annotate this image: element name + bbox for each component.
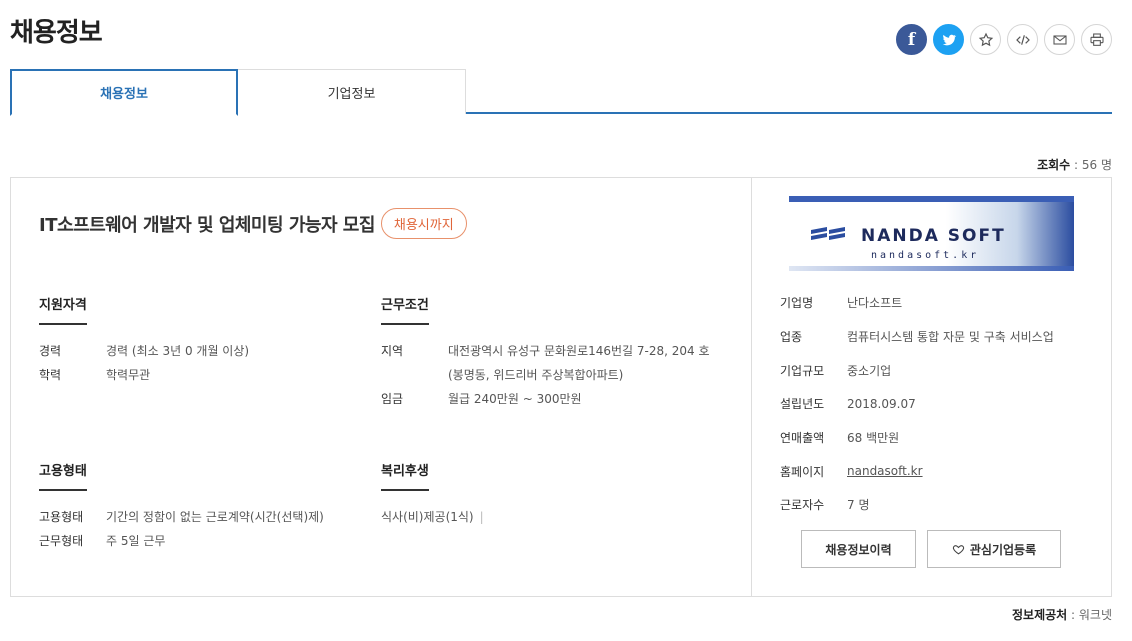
row-key: 고용형태	[39, 510, 84, 524]
print-button[interactable]	[1081, 24, 1112, 55]
heart-icon	[952, 544, 965, 554]
row-value: 경력 (최소 3년 0 개월 이상)	[106, 344, 250, 358]
welfare-section: 복리후생 식사(비)제공(1식) |	[381, 460, 681, 529]
qualification-row: 학력 학력무관	[39, 363, 359, 387]
company-info-row: 기업명 난다소프트	[780, 286, 1054, 320]
welfare-item: 식사(비)제공(1식)	[381, 510, 474, 524]
row-key: 지역	[381, 344, 404, 358]
star-icon	[978, 32, 993, 46]
info-value: 68 백만원	[847, 431, 900, 446]
company-info-row: 업종 컴퓨터시스템 통합 자문 및 구축 서비스업	[780, 320, 1054, 354]
embed-code-button[interactable]	[1007, 24, 1038, 55]
company-actions: 채용정보이력 관심기업등록	[801, 530, 1061, 568]
company-info-list: 기업명 난다소프트 업종 컴퓨터시스템 통합 자문 및 구축 서비스업 기업규모…	[780, 286, 1054, 522]
row-value: 학력무관	[106, 368, 151, 382]
info-key: 기업명	[780, 296, 814, 311]
company-info-row: 설립년도 2018.09.07	[780, 387, 1054, 421]
share-bar: f	[896, 24, 1112, 55]
facebook-icon: f	[907, 29, 916, 50]
page-title: 채용정보	[10, 18, 103, 48]
row-value: 기간의 정함이 없는 근로계약(시간(선택)제)	[106, 510, 324, 524]
qualifications-section: 지원자격 경력 경력 (최소 3년 0 개월 이상) 학력 학력무관	[39, 294, 359, 387]
tab-job-info[interactable]: 채용정보	[10, 69, 238, 116]
conditions-heading: 근무조건	[381, 294, 429, 325]
company-logo-mark-icon	[811, 227, 845, 240]
info-key: 업종	[780, 330, 803, 345]
email-share-button[interactable]	[1044, 24, 1075, 55]
company-info-row: 기업규모 중소기업	[780, 353, 1054, 387]
job-history-button[interactable]: 채용정보이력	[801, 530, 916, 568]
conditions-section: 근무조건 지역 대전광역시 유성구 문화원로146번길 7-28, 204 호 …	[381, 294, 726, 411]
info-key: 연매출액	[780, 431, 825, 446]
mail-icon	[1052, 34, 1067, 45]
row-value: 월급 240만원 ~ 300만원	[448, 392, 582, 406]
info-value: 7 명	[847, 498, 870, 513]
tab-company-info[interactable]: 기업정보	[238, 69, 466, 114]
company-panel: NANDA SOFT nandasoft.kr 기업명 난다소프트 업종 컴퓨터…	[752, 178, 1111, 596]
job-detail-card: IT소프트웨어 개발자 및 업체미팅 가능자 모집 채용시까지 지원자격 경력 …	[10, 177, 1112, 597]
job-detail-panel: IT소프트웨어 개발자 및 업체미팅 가능자 모집 채용시까지 지원자격 경력 …	[11, 178, 752, 596]
favorite-button[interactable]	[970, 24, 1001, 55]
company-logo-subtext: nandasoft.kr	[871, 250, 980, 261]
homepage-link[interactable]: nandasoft.kr	[847, 464, 923, 478]
register-favorite-company-button[interactable]: 관심기업등록	[927, 530, 1061, 568]
view-count-value: 56 명	[1081, 158, 1112, 172]
row-value: 대전광역시 유성구 문화원로146번길 7-28, 204 호 (봉명동, 위드…	[448, 344, 710, 382]
facebook-share-button[interactable]: f	[896, 24, 927, 55]
info-key: 근로자수	[780, 498, 825, 513]
condition-row: 지역 대전광역시 유성구 문화원로146번길 7-28, 204 호 (봉명동,…	[381, 339, 726, 387]
welfare-heading: 복리후생	[381, 460, 429, 491]
row-key: 학력	[39, 368, 62, 382]
employment-heading: 고용형태	[39, 460, 87, 491]
info-key: 설립년도	[780, 397, 825, 412]
job-title-row: IT소프트웨어 개발자 및 업체미팅 가능자 모집 채용시까지	[39, 208, 467, 239]
employment-row: 고용형태 기간의 정함이 없는 근로계약(시간(선택)제)	[39, 505, 369, 529]
row-key: 근무형태	[39, 534, 84, 548]
info-key: 기업규모	[780, 363, 825, 378]
job-title: IT소프트웨어 개발자 및 업체미팅 가능자 모집	[39, 214, 375, 236]
info-source-label: 정보제공처	[1012, 608, 1068, 622]
company-info-row: 연매출액 68 백만원	[780, 421, 1054, 455]
row-value: 주 5일 근무	[106, 534, 166, 548]
condition-row: 임금 월급 240만원 ~ 300만원	[381, 387, 726, 411]
info-source: 정보제공처 : 워크넷	[1012, 608, 1112, 622]
qualifications-heading: 지원자격	[39, 294, 87, 325]
employment-section: 고용형태 고용형태 기간의 정함이 없는 근로계약(시간(선택)제) 근무형태 …	[39, 460, 369, 553]
info-value: 2018.09.07	[847, 396, 916, 411]
info-value: 컴퓨터시스템 통합 자문 및 구축 서비스업	[847, 330, 1054, 345]
company-info-row: 근로자수 7 명	[780, 488, 1054, 522]
employment-row: 근무형태 주 5일 근무	[39, 529, 369, 553]
row-key: 경력	[39, 344, 62, 358]
register-favorite-company-label: 관심기업등록	[969, 542, 1037, 557]
print-icon	[1089, 32, 1104, 46]
view-count-label: 조회수	[1037, 158, 1071, 172]
info-key: 홈페이지	[780, 464, 825, 479]
twitter-share-button[interactable]	[933, 24, 964, 55]
company-info-row: 홈페이지 nandasoft.kr	[780, 454, 1054, 488]
info-value: 난다소프트	[847, 296, 903, 311]
deadline-badge: 채용시까지	[380, 208, 467, 239]
view-count: 조회수 : 56 명	[1037, 158, 1112, 172]
code-icon	[1015, 34, 1030, 45]
divider: |	[479, 510, 484, 524]
welfare-row: 식사(비)제공(1식) |	[381, 505, 681, 529]
info-value: 중소기업	[847, 363, 892, 378]
qualification-row: 경력 경력 (최소 3년 0 개월 이상)	[39, 339, 359, 363]
company-logo: NANDA SOFT nandasoft.kr	[789, 196, 1074, 271]
twitter-icon	[942, 34, 956, 45]
tab-bar: 채용정보 기업정보	[10, 69, 1112, 116]
row-key: 임금	[381, 392, 404, 406]
info-source-value: 워크넷	[1078, 608, 1112, 622]
company-logo-text: NANDA SOFT	[861, 226, 1006, 246]
